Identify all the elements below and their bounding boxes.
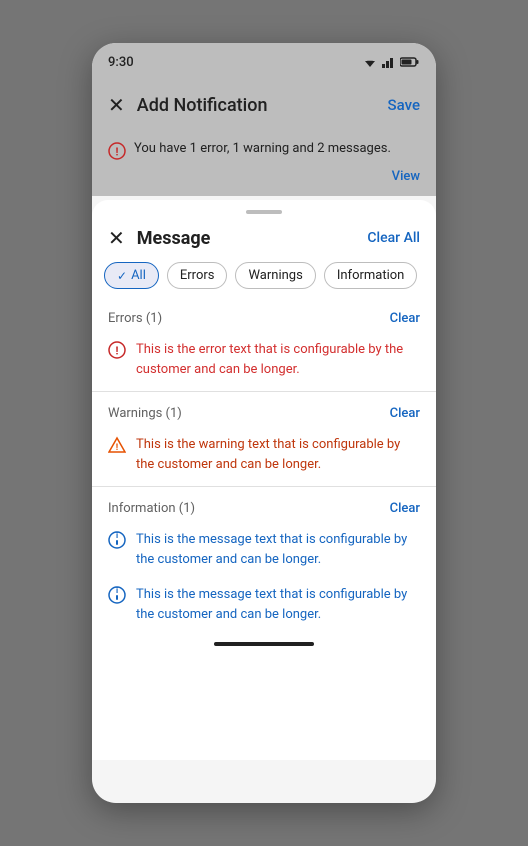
- error-banner: ! You have 1 error, 1 warning and 2 mess…: [92, 131, 436, 196]
- divider-2: [92, 486, 436, 487]
- filter-chips: ✓ All Errors Warnings Information: [92, 262, 436, 301]
- chip-errors[interactable]: Errors: [167, 262, 228, 289]
- sheet-handle: [246, 210, 282, 214]
- info-message-item-2: i This is the message text that is confi…: [92, 577, 436, 632]
- sheet-title: Message: [137, 228, 368, 249]
- warning-message-item: ! This is the warning text that is confi…: [92, 427, 436, 482]
- chip-warnings-label: Warnings: [248, 268, 302, 283]
- view-button[interactable]: View: [108, 165, 420, 190]
- wifi-icon: [362, 56, 378, 68]
- battery-icon: [400, 56, 420, 68]
- close-button[interactable]: ✕: [108, 95, 125, 115]
- chip-all[interactable]: ✓ All: [104, 262, 159, 289]
- chip-warnings[interactable]: Warnings: [235, 262, 315, 289]
- errors-section-header: Errors (1) Clear: [92, 301, 436, 332]
- svg-text:!: !: [116, 443, 118, 453]
- save-button[interactable]: Save: [388, 96, 420, 114]
- warning-icon: !: [108, 436, 126, 459]
- top-app-bar: ✕ Add Notification Save: [92, 79, 436, 131]
- svg-text:i: i: [116, 586, 118, 595]
- info-message-text-2: This is the message text that is configu…: [136, 585, 420, 624]
- errors-section-label: Errors (1): [108, 311, 162, 326]
- status-bar: 9:30: [92, 43, 436, 79]
- error-message-item: ! This is the error text that is configu…: [92, 332, 436, 387]
- warnings-section-label: Warnings (1): [108, 406, 182, 421]
- bottom-nav-bar: [214, 642, 314, 646]
- svg-text:!: !: [116, 146, 119, 159]
- error-message-text: This is the error text that is configura…: [136, 340, 420, 379]
- error-banner-icon: !: [108, 142, 126, 165]
- status-time: 9:30: [108, 55, 134, 70]
- check-icon: ✓: [117, 269, 127, 283]
- info-message-text-1: This is the message text that is configu…: [136, 530, 420, 569]
- information-section-label: Information (1): [108, 501, 195, 516]
- chip-all-label: All: [131, 268, 146, 283]
- warning-message-text: This is the warning text that is configu…: [136, 435, 420, 474]
- error-banner-text: You have 1 error, 1 warning and 2 messag…: [134, 141, 420, 156]
- information-section-header: Information (1) Clear: [92, 491, 436, 522]
- sheet-handle-row: [92, 200, 436, 218]
- chip-information-label: Information: [337, 268, 405, 283]
- svg-text:i: i: [116, 531, 118, 540]
- information-clear-button[interactable]: Clear: [390, 501, 420, 516]
- status-icons: [362, 56, 420, 68]
- chip-errors-label: Errors: [180, 268, 215, 283]
- sheet-header: ✕ Message Clear All: [92, 218, 436, 262]
- error-circle-icon: !: [108, 142, 126, 160]
- warnings-section-header: Warnings (1) Clear: [92, 396, 436, 427]
- clear-all-button[interactable]: Clear All: [367, 230, 420, 246]
- page-title: Add Notification: [137, 95, 388, 116]
- error-icon: !: [108, 341, 126, 364]
- info-icon-2: i: [108, 586, 126, 609]
- signal-icon: [382, 56, 396, 68]
- svg-text:!: !: [116, 345, 119, 358]
- bottom-sheet: ✕ Message Clear All ✓ All Errors Warning…: [92, 200, 436, 760]
- info-message-item-1: i This is the message text that is confi…: [92, 522, 436, 577]
- info-icon-1: i: [108, 531, 126, 554]
- chip-information[interactable]: Information: [324, 262, 418, 289]
- errors-clear-button[interactable]: Clear: [390, 311, 420, 326]
- sheet-close-button[interactable]: ✕: [108, 226, 125, 250]
- bottom-nav-row: [92, 632, 436, 650]
- warnings-clear-button[interactable]: Clear: [390, 406, 420, 421]
- divider-1: [92, 391, 436, 392]
- phone-frame: 9:30 ✕ Add Notification: [92, 43, 436, 803]
